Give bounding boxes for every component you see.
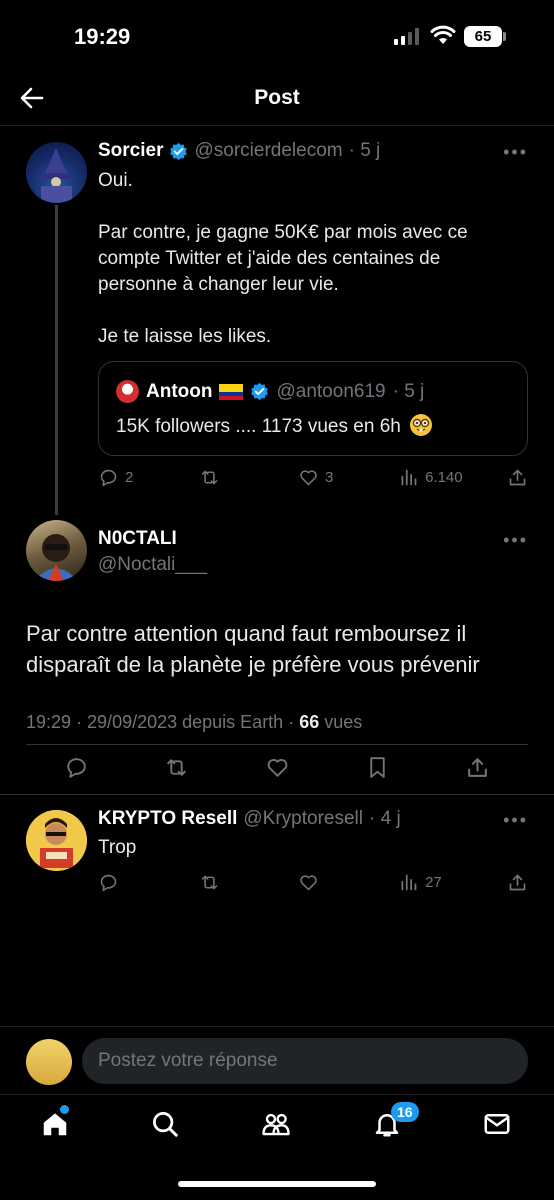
battery-indicator: 65 bbox=[464, 26, 502, 47]
retweet-icon bbox=[201, 470, 218, 484]
search-icon bbox=[153, 1112, 178, 1137]
tweet-text: Oui. Par contre, je gagne 50K€ par mois … bbox=[98, 168, 518, 350]
views-button[interactable]: 6.140 bbox=[398, 467, 507, 488]
tweet-actions: 2 3 6.140 bbox=[98, 465, 528, 489]
quote-text-row: 15K followers .... 1173 vues en 6h bbox=[116, 414, 433, 438]
retweet-button[interactable] bbox=[199, 467, 298, 488]
more-options-button[interactable]: ••• bbox=[503, 142, 528, 163]
reply-button[interactable]: 2 bbox=[98, 467, 199, 488]
views-icon bbox=[401, 469, 417, 485]
reply-icon bbox=[100, 874, 117, 891]
post-header: Post bbox=[0, 70, 554, 126]
reply-composer bbox=[0, 1026, 554, 1094]
home-notification-dot bbox=[60, 1105, 69, 1114]
tweet-text: Par contre attention quand faut rembours… bbox=[26, 621, 480, 677]
reply-input[interactable] bbox=[82, 1038, 528, 1084]
quote-author-name: Antoon bbox=[146, 380, 213, 402]
status-bar: 19:29 65 bbox=[0, 0, 554, 70]
nerd-face-emoji-icon bbox=[410, 414, 433, 436]
cellular-signal-icon bbox=[394, 28, 419, 45]
share-icon[interactable] bbox=[465, 755, 490, 780]
avatar[interactable] bbox=[26, 520, 87, 581]
more-options-button[interactable]: ••• bbox=[503, 810, 528, 831]
verified-icon bbox=[170, 142, 188, 160]
tweet-age: · 5 j bbox=[348, 140, 381, 161]
share-button[interactable] bbox=[507, 872, 528, 893]
tab-messages[interactable] bbox=[482, 1109, 514, 1141]
author-name[interactable]: Sorcier bbox=[98, 140, 163, 162]
tweet-line: compte Twitter et j'aide des centaines d… bbox=[98, 248, 441, 269]
share-button[interactable] bbox=[507, 467, 528, 488]
views-count: 27 bbox=[425, 873, 442, 891]
avatar[interactable] bbox=[26, 142, 87, 203]
like-button[interactable] bbox=[298, 872, 398, 893]
retweet-button[interactable] bbox=[199, 872, 298, 893]
tweet-line: Par contre, je gagne 50K€ par mois avec … bbox=[98, 222, 468, 243]
divider bbox=[0, 794, 554, 795]
divider bbox=[26, 744, 528, 745]
reply-button[interactable] bbox=[98, 872, 199, 893]
bookmark-icon[interactable] bbox=[365, 755, 390, 780]
notifications-badge: 16 bbox=[391, 1102, 419, 1122]
views-count: 66 bbox=[299, 712, 320, 732]
views-icon bbox=[401, 874, 417, 890]
tweet-text: Trop bbox=[98, 837, 137, 858]
views-label: vues bbox=[324, 712, 363, 732]
home-indicator bbox=[178, 1181, 376, 1187]
quoted-tweet[interactable]: Antoon @antoon619 · 5 j 15K followers ..… bbox=[98, 361, 528, 456]
verified-icon bbox=[251, 382, 269, 401]
battery-nub bbox=[503, 32, 506, 41]
quote-age: · 5 j bbox=[392, 380, 425, 402]
tweet-actions: 27 bbox=[98, 870, 528, 894]
share-icon bbox=[509, 874, 526, 890]
quote-author-handle: @antoon619 bbox=[276, 380, 386, 402]
reply-icon bbox=[100, 469, 117, 486]
reply-count: 2 bbox=[125, 468, 134, 486]
thread-line bbox=[55, 205, 58, 515]
tweet-age: · 4 j bbox=[369, 808, 401, 829]
tweet-line: personne à changer leur vie. bbox=[98, 274, 339, 295]
status-time: 19:29 bbox=[74, 24, 131, 49]
author-name[interactable]: KRYPTO Resell bbox=[98, 808, 237, 830]
like-button[interactable]: 3 bbox=[298, 467, 398, 488]
like-icon[interactable] bbox=[265, 755, 290, 780]
like-icon bbox=[300, 469, 317, 485]
quote-avatar[interactable] bbox=[116, 380, 139, 403]
tab-search[interactable] bbox=[150, 1109, 182, 1141]
tab-communities[interactable] bbox=[261, 1109, 293, 1141]
author-handle[interactable]: @Kryptoresell bbox=[243, 808, 363, 830]
colombia-flag-icon bbox=[219, 383, 244, 400]
author-handle[interactable]: @sorcierdelecom bbox=[194, 140, 342, 162]
tweet-line: Je te laisse les likes. bbox=[98, 326, 272, 347]
retweet-icon[interactable] bbox=[164, 755, 189, 780]
user-avatar[interactable] bbox=[26, 1039, 72, 1085]
views-button[interactable]: 27 bbox=[398, 872, 507, 893]
main-tweet-actions bbox=[26, 752, 528, 782]
like-icon bbox=[300, 874, 317, 890]
page-title: Post bbox=[254, 86, 300, 109]
tweet-meta: 19:29 · 29/09/2023 depuis Earth · 66 vue… bbox=[26, 712, 362, 733]
tweet-line: Oui. bbox=[98, 170, 133, 191]
avatar[interactable] bbox=[26, 810, 87, 871]
share-icon bbox=[509, 469, 526, 485]
like-count: 3 bbox=[325, 468, 334, 486]
retweet-icon bbox=[201, 875, 218, 889]
mail-icon bbox=[484, 1114, 510, 1134]
author-handle[interactable]: @Noctali___ bbox=[98, 554, 207, 576]
quote-text: 15K followers .... 1173 vues en 6h bbox=[116, 416, 401, 437]
communities-icon bbox=[262, 1113, 290, 1136]
wifi-icon bbox=[430, 25, 456, 44]
author-name[interactable]: N0CTALI bbox=[98, 528, 177, 550]
tab-home[interactable] bbox=[40, 1109, 72, 1141]
tweet-timestamp: 19:29 · 29/09/2023 depuis Earth · bbox=[26, 712, 295, 732]
views-count: 6.140 bbox=[425, 468, 463, 486]
reply-icon[interactable] bbox=[64, 755, 89, 780]
more-options-button[interactable]: ••• bbox=[503, 530, 528, 551]
